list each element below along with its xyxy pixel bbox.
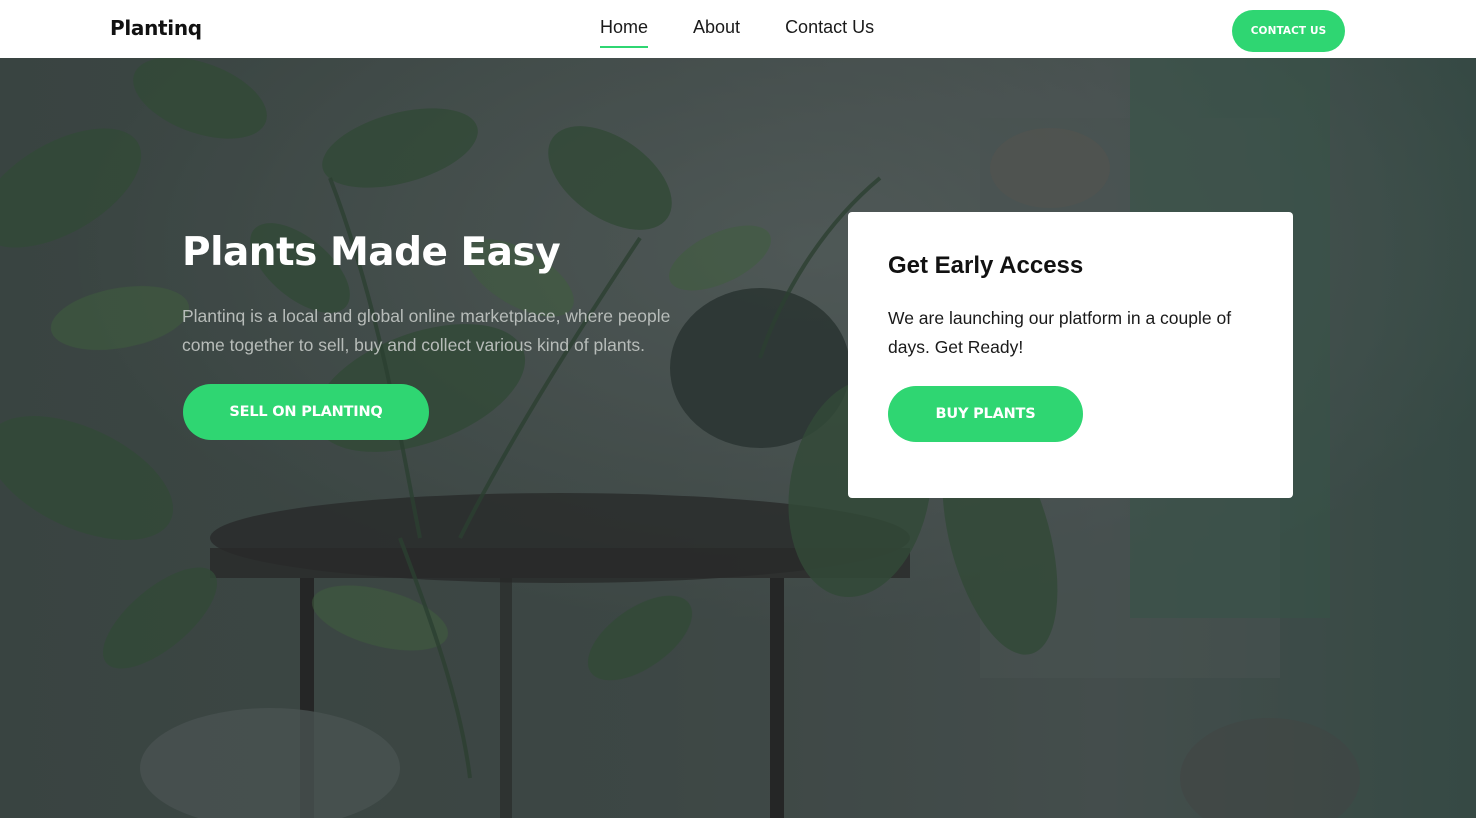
- main-nav: Home About Contact Us: [600, 17, 874, 48]
- brand-logo[interactable]: Plantinq: [110, 16, 202, 40]
- nav-link-contact-us[interactable]: Contact Us: [785, 17, 874, 48]
- card-title: Get Early Access: [888, 252, 1084, 279]
- contact-us-button[interactable]: CONTACT US: [1232, 10, 1345, 52]
- early-access-card: Get Early Access We are launching our pl…: [848, 212, 1293, 498]
- hero-title: Plants Made Easy: [182, 230, 561, 275]
- hero-subtitle: Plantinq is a local and global online ma…: [182, 306, 671, 355]
- sell-on-plantinq-button[interactable]: SELL ON PLANTINQ: [183, 384, 429, 440]
- buy-plants-button[interactable]: BUY PLANTS: [888, 386, 1083, 442]
- nav-link-home[interactable]: Home: [600, 17, 649, 48]
- nav-link-about[interactable]: About: [693, 17, 740, 48]
- hero-section: Plants Made Easy Plantinq is a local and…: [0, 58, 1476, 818]
- navbar: Plantinq Home About Contact Us CONTACT U…: [0, 0, 1476, 58]
- card-text: We are launching our platform in a coupl…: [888, 308, 1232, 357]
